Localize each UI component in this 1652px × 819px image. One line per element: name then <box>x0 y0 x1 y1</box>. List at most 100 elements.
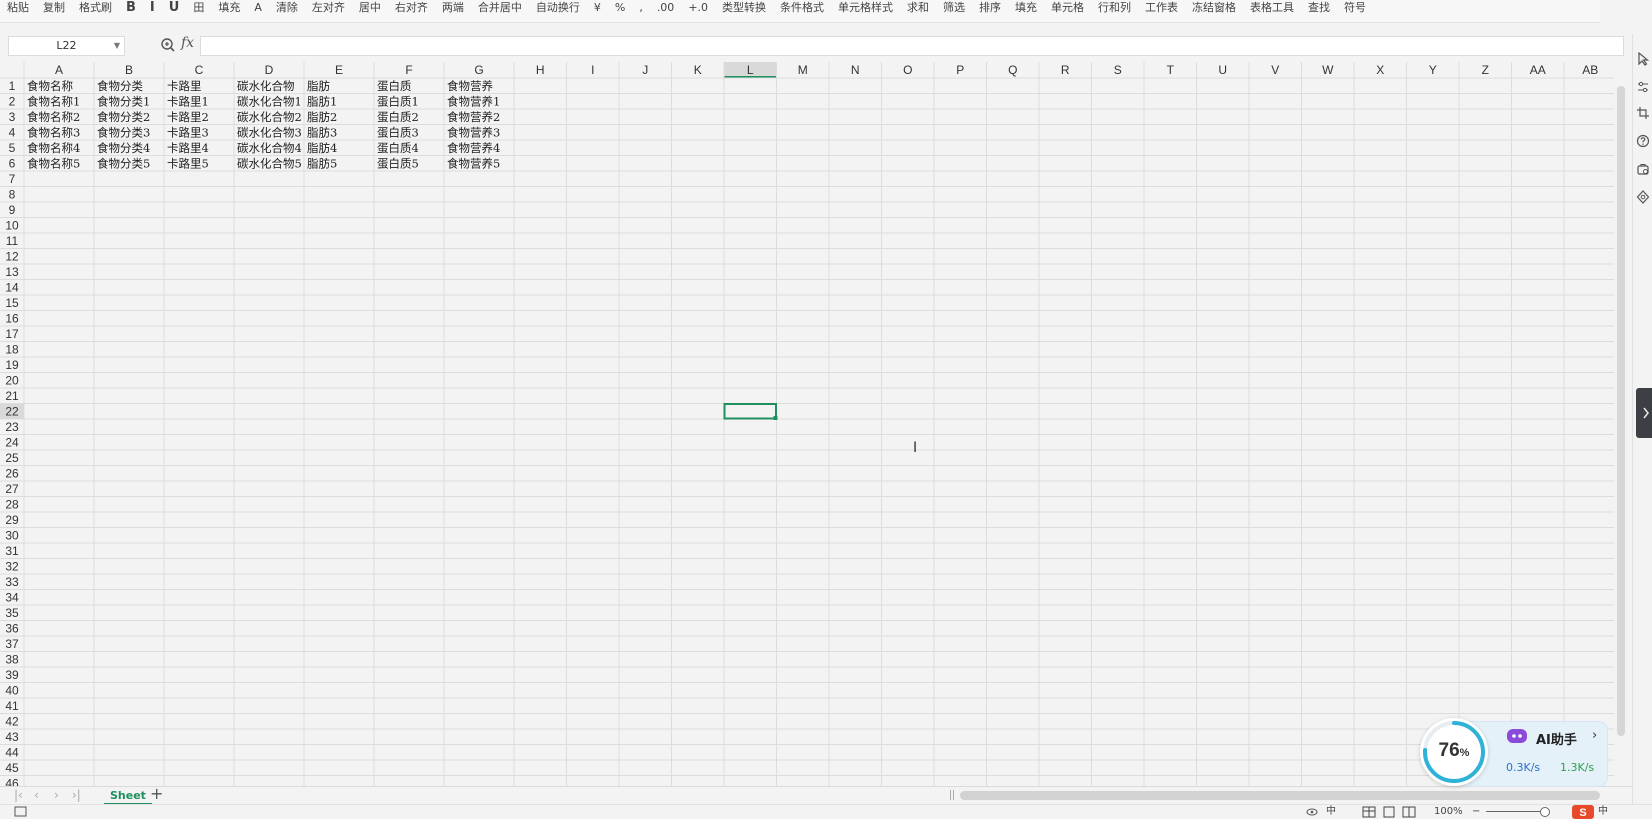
column-header-m[interactable]: M <box>798 63 808 77</box>
row-header[interactable]: 4 <box>9 126 16 140</box>
first-sheet-icon[interactable]: |‹ <box>14 787 23 803</box>
cell-value[interactable]: 碳水化合物4 <box>237 141 302 155</box>
cell-value[interactable]: 卡路里1 <box>167 95 209 109</box>
row-header[interactable]: 26 <box>5 467 19 481</box>
row-header[interactable]: 23 <box>5 420 19 434</box>
toolbar-item[interactable]: 两端 <box>435 2 471 14</box>
cell-value[interactable]: 碳水化合物5 <box>237 157 302 171</box>
column-header-k[interactable]: K <box>694 63 702 77</box>
row-header[interactable]: 14 <box>5 281 19 295</box>
column-header-h[interactable]: H <box>536 63 545 77</box>
toolbar-item[interactable]: 单元格样式 <box>831 2 900 14</box>
toolbar-item[interactable]: 表格工具 <box>1243 2 1301 14</box>
row-header[interactable]: 6 <box>9 157 16 171</box>
cell-value[interactable]: 食物营养3 <box>447 126 500 140</box>
cell-value[interactable]: 卡路里4 <box>167 141 209 155</box>
row-header[interactable]: 9 <box>9 203 16 217</box>
column-header-g[interactable]: G <box>474 63 483 77</box>
column-header-v[interactable]: V <box>1271 63 1279 77</box>
prev-sheet-icon[interactable]: ‹ <box>34 787 39 803</box>
zoom-slider[interactable] <box>1486 811 1546 812</box>
cell-value[interactable]: 食物营养2 <box>447 110 500 124</box>
column-header-w[interactable]: W <box>1322 63 1334 77</box>
cell-value[interactable]: 食物名称3 <box>27 126 80 140</box>
cell-value[interactable]: 食物名称 <box>27 79 73 93</box>
column-header-p[interactable]: P <box>956 63 964 77</box>
column-header-aa[interactable]: AA <box>1530 63 1546 77</box>
toolbar-item[interactable]: % <box>608 2 632 14</box>
column-header-c[interactable]: C <box>195 63 204 77</box>
toolbar-item[interactable]: 筛选 <box>936 2 972 14</box>
cell-value[interactable]: 食物营养5 <box>447 157 500 171</box>
row-header[interactable]: 37 <box>5 637 19 651</box>
cell-value[interactable]: 蛋白质2 <box>377 110 419 124</box>
row-header[interactable]: 10 <box>5 219 19 233</box>
cell-value[interactable]: 卡路里2 <box>167 110 209 124</box>
cell-value[interactable]: 食物分类4 <box>97 141 150 155</box>
toolbar-item[interactable]: U <box>162 1 187 14</box>
zoom-slider-handle[interactable] <box>1540 807 1550 817</box>
column-header-ab[interactable]: AB <box>1582 63 1598 77</box>
horizontal-scrollbar-thumb[interactable] <box>960 791 1600 800</box>
fill-handle[interactable] <box>773 416 778 420</box>
zoom-in-icon[interactable] <box>160 36 176 54</box>
row-header[interactable]: 18 <box>5 343 19 357</box>
toolbar-item[interactable]: 田 <box>186 2 211 14</box>
cell-value[interactable]: 食物名称2 <box>27 110 80 124</box>
fx-icon[interactable]: fx <box>181 35 194 51</box>
row-header[interactable]: 24 <box>5 436 19 450</box>
toolbar-item[interactable]: .00 <box>650 2 682 14</box>
row-header[interactable]: 8 <box>9 188 16 202</box>
ai-assistant-label[interactable]: AI助手 <box>1536 729 1577 748</box>
cell-value[interactable]: 食物分类5 <box>97 157 150 171</box>
toolbar-item[interactable]: 合并居中 <box>471 2 529 14</box>
row-header[interactable]: 13 <box>5 265 19 279</box>
row-header[interactable]: 31 <box>5 544 19 558</box>
cell-value[interactable]: 卡路里 <box>167 79 202 93</box>
page-break-icon[interactable] <box>1402 806 1416 818</box>
toolbar-item[interactable]: 粘贴 <box>0 2 36 14</box>
toolbar-item[interactable]: +.0 <box>681 2 715 14</box>
cell-value[interactable]: 蛋白质4 <box>377 141 419 155</box>
row-header[interactable]: 29 <box>5 513 19 527</box>
toolbar-item[interactable]: 冻结窗格 <box>1185 2 1243 14</box>
toolbar-item[interactable]: 左对齐 <box>305 2 352 14</box>
cell-value[interactable]: 食物名称4 <box>27 141 80 155</box>
vertical-scrollbar-thumb[interactable] <box>1617 86 1625 736</box>
toolbar-item[interactable]: 排序 <box>972 2 1008 14</box>
vertical-scrollbar[interactable] <box>1614 62 1628 752</box>
row-header[interactable]: 41 <box>5 699 19 713</box>
toolbar-item[interactable]: 行和列 <box>1091 2 1138 14</box>
zoom-level[interactable]: 100% <box>1434 806 1463 818</box>
column-header-j[interactable]: J <box>642 63 648 77</box>
toolbar-item[interactable]: 居中 <box>352 2 388 14</box>
select-cursor-icon[interactable] <box>1636 52 1650 66</box>
cell-value[interactable]: 食物营养 <box>447 79 493 93</box>
sheet-tab[interactable]: Sheet <box>104 787 152 805</box>
toolbar-item[interactable]: I <box>143 1 162 14</box>
toolbar-item[interactable]: , <box>632 2 650 14</box>
cell-value[interactable]: 蛋白质1 <box>377 95 419 109</box>
row-header[interactable]: 27 <box>5 482 19 496</box>
toolbar-item[interactable]: 单元格 <box>1044 2 1091 14</box>
toolbar-item[interactable]: 求和 <box>900 2 936 14</box>
last-sheet-icon[interactable]: ›| <box>72 787 81 803</box>
ime-indicator[interactable]: 中 <box>1326 806 1336 818</box>
cell-value[interactable]: 食物营养1 <box>447 95 500 109</box>
row-header[interactable]: 30 <box>5 529 19 543</box>
column-header-n[interactable]: N <box>851 63 860 77</box>
row-header[interactable]: 43 <box>5 730 19 744</box>
toolbar-item[interactable]: 查找 <box>1301 2 1337 14</box>
name-box[interactable]: L22 ▼ <box>8 36 125 56</box>
zoom-out-icon[interactable]: − <box>1472 806 1480 818</box>
column-header-l[interactable]: L <box>747 63 754 77</box>
column-header-b[interactable]: B <box>125 63 133 77</box>
adjust-icon[interactable] <box>1636 80 1650 94</box>
row-header[interactable]: 33 <box>5 575 19 589</box>
cell-value[interactable]: 食物分类2 <box>97 110 150 124</box>
row-header[interactable]: 20 <box>5 374 19 388</box>
row-header[interactable]: 19 <box>5 358 19 372</box>
toolbar-item[interactable]: A <box>247 2 269 14</box>
row-header[interactable]: 38 <box>5 653 19 667</box>
cell-value[interactable]: 蛋白质3 <box>377 126 419 140</box>
